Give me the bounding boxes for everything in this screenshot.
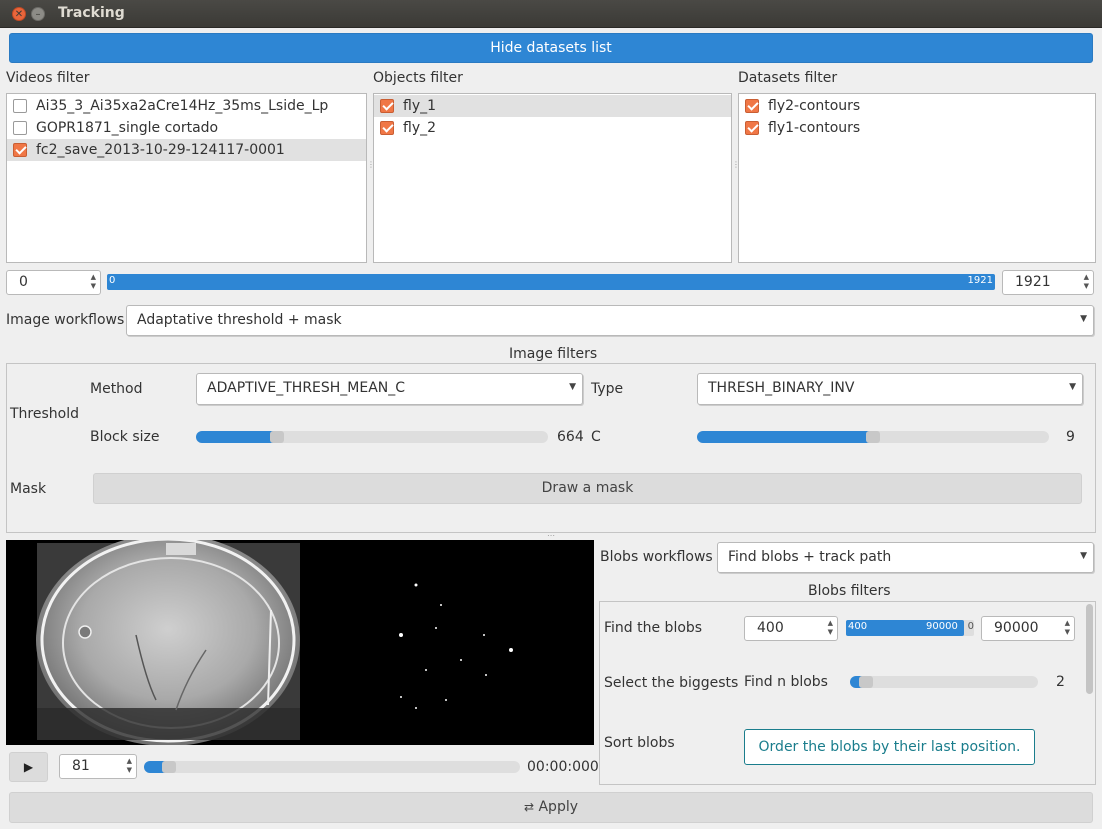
video-list-item[interactable]: Ai35_3_Ai35xa2aCre14Hz_35ms_Lside_Lp (7, 95, 366, 117)
blob-range-bar[interactable]: 400 90000 0 (846, 620, 974, 636)
find-blobs-label: Find the blobs (604, 620, 703, 636)
block-size-label: Block size (90, 429, 160, 445)
objects-list[interactable]: fly_1 fly_2 (373, 93, 732, 263)
slider-fill (196, 431, 274, 443)
n-blobs-slider[interactable] (850, 676, 1038, 688)
spin-arrows-icon[interactable]: ▲ ▼ (1084, 273, 1089, 291)
c-value: 9 (1066, 429, 1075, 445)
slider-handle[interactable] (859, 676, 873, 688)
spin-arrows-icon[interactable]: ▲ ▼ (828, 619, 833, 637)
apply-icon: ⇄ (523, 800, 535, 814)
checkbox-checked[interactable] (13, 143, 27, 157)
checkbox[interactable] (13, 121, 27, 135)
object-list-item[interactable]: fly_2 (374, 117, 731, 139)
dataset-list-item[interactable]: fly2-contours (739, 95, 1095, 117)
video-list-item[interactable]: GOPR1871_single cortado (7, 117, 366, 139)
c-label: C (591, 429, 601, 445)
method-label: Method (90, 381, 143, 397)
range-start-spinbox[interactable]: 0 ▲ ▼ (6, 270, 101, 295)
checkbox-checked[interactable] (380, 121, 394, 135)
method-select[interactable]: ADAPTIVE_THRESH_MEAN_C ▼ (196, 373, 583, 405)
play-icon: ▶ (23, 760, 34, 774)
checkbox-checked[interactable] (745, 99, 759, 113)
hide-datasets-button[interactable]: Hide datasets list (9, 33, 1093, 63)
video-frame-image (36, 534, 513, 746)
image-workflows-label: Image workflows (6, 312, 125, 328)
close-window-icon[interactable]: ✕ (12, 7, 26, 21)
block-size-slider[interactable] (196, 431, 548, 443)
image-filters-title: Image filters (509, 346, 598, 362)
blob-max-spinbox[interactable]: 90000 ▲ ▼ (981, 616, 1075, 641)
window-title: Tracking (58, 5, 125, 21)
spin-arrows-icon[interactable]: ▲ ▼ (127, 757, 132, 775)
sort-blobs-label: Sort blobs (604, 735, 675, 751)
objects-filter-title: Objects filter (373, 70, 463, 86)
blobs-filters-title: Blobs filters (808, 583, 891, 599)
block-size-value: 664 (557, 429, 584, 445)
image-workflows-select[interactable]: Adaptative threshold + mask ▼ (126, 305, 1094, 336)
play-button[interactable]: ▶ (9, 752, 48, 782)
slider-handle[interactable] (866, 431, 880, 443)
frame-spinbox[interactable]: 81 ▲ ▼ (59, 754, 137, 779)
type-select[interactable]: THRESH_BINARY_INV ▼ (697, 373, 1083, 405)
blobs-workflows-select[interactable]: Find blobs + track path ▼ (717, 542, 1094, 573)
chevron-down-icon: ▼ (1080, 551, 1087, 561)
player-time: 00:00:000 (527, 759, 599, 775)
type-label: Type (591, 381, 624, 397)
range-end-spinbox[interactable]: 1921 ▲ ▼ (1002, 270, 1094, 295)
chevron-down-icon: ▼ (569, 382, 576, 392)
window-titlebar: ✕ – Tracking (0, 0, 1102, 28)
chevron-down-icon: ▼ (1080, 314, 1087, 324)
scrollbar[interactable] (1086, 604, 1093, 694)
checkbox-checked[interactable] (745, 121, 759, 135)
spin-arrows-icon[interactable]: ▲ ▼ (91, 273, 96, 291)
order-blobs-button[interactable]: Order the blobs by their last position. (744, 729, 1035, 765)
object-list-item[interactable]: fly_1 (374, 95, 731, 117)
draw-mask-button[interactable]: Draw a mask (93, 473, 1082, 504)
datasets-filter-title: Datasets filter (738, 70, 838, 86)
threshold-label: Threshold (10, 406, 79, 422)
spin-arrows-icon[interactable]: ▲ ▼ (1065, 619, 1070, 637)
c-slider[interactable] (697, 431, 1049, 443)
n-blobs-value: 2 (1056, 674, 1065, 690)
video-preview[interactable] (6, 534, 594, 746)
select-biggest-label: Select the biggests (604, 675, 739, 691)
datasets-list[interactable]: fly2-contours fly1-contours (738, 93, 1096, 263)
chevron-down-icon: ▼ (1069, 382, 1076, 392)
dataset-list-item[interactable]: fly1-contours (739, 117, 1095, 139)
range-bar-start-label: 0 (109, 275, 116, 286)
video-list-item[interactable]: fc2_save_2013-10-29-124117-0001 (7, 139, 366, 161)
splitter-handle[interactable]: ⋯ (547, 531, 555, 540)
slider-fill (697, 431, 870, 443)
range-bar-end-label: 1921 (967, 275, 993, 286)
blob-min-spinbox[interactable]: 400 ▲ ▼ (744, 616, 838, 641)
mask-label: Mask (10, 481, 47, 497)
find-n-blobs-label: Find n blobs (744, 674, 828, 690)
checkbox[interactable] (13, 99, 27, 113)
range-bar-fill (107, 274, 995, 290)
apply-label: Apply (538, 799, 579, 815)
apply-button[interactable]: ⇄ Apply (9, 792, 1093, 823)
videos-filter-title: Videos filter (6, 70, 90, 86)
player-progress-slider[interactable] (144, 761, 520, 773)
range-bar[interactable]: 0 1921 (107, 274, 995, 290)
slider-handle[interactable] (162, 761, 176, 773)
blobs-workflows-label: Blobs workflows (600, 549, 713, 565)
slider-handle[interactable] (270, 431, 284, 443)
videos-list[interactable]: Ai35_3_Ai35xa2aCre14Hz_35ms_Lside_Lp GOP… (6, 93, 367, 263)
checkbox-checked[interactable] (380, 99, 394, 113)
minimize-window-icon[interactable]: – (31, 7, 45, 21)
